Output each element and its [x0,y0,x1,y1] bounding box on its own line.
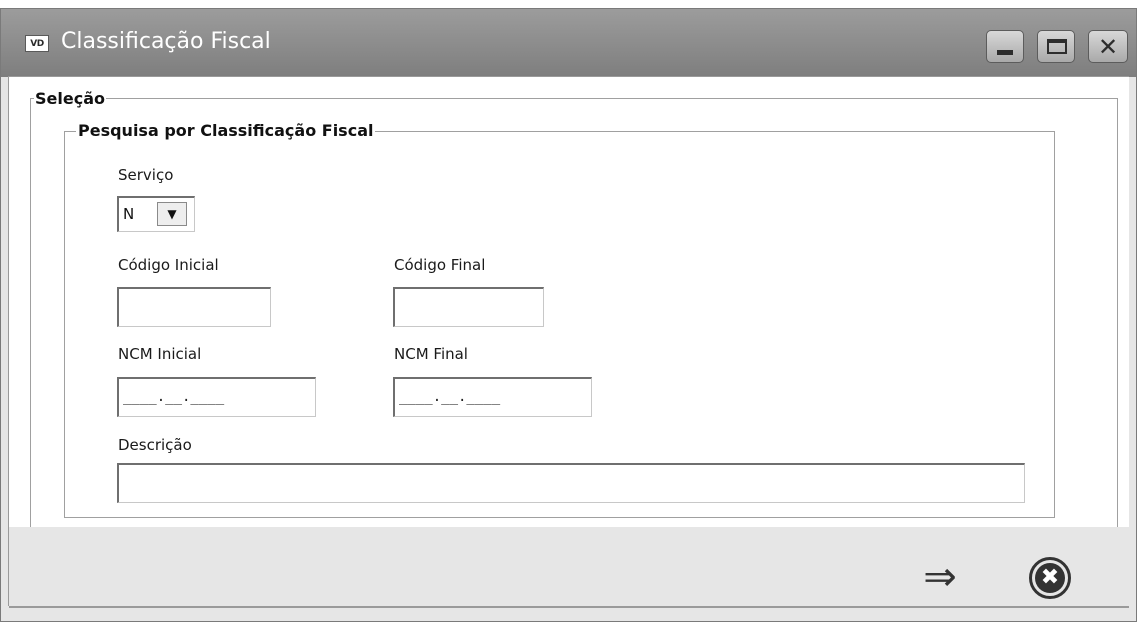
codigo-inicial-input[interactable] [117,287,271,327]
servico-selected-value: N [123,205,135,223]
ncm-final-input[interactable]: ____.__.____ [393,377,592,417]
maximize-button[interactable] [1037,30,1075,63]
selecao-group-label: Seleção [34,89,106,108]
codigo-inicial-label: Código Inicial [118,256,219,274]
close-icon: ✕ [1097,32,1119,61]
title-bar[interactable]: VD Classificação Fiscal ✕ [1,9,1136,77]
app-icon: VD [25,35,49,52]
minimize-button[interactable] [986,30,1024,63]
cancel-x-icon: ✖ [1035,563,1065,593]
ncm-final-label: NCM Final [394,345,468,363]
ncm-inicial-input[interactable]: ____.__.____ [117,377,316,417]
descricao-input[interactable] [117,463,1025,503]
servico-label: Serviço [118,166,174,184]
codigo-final-input[interactable] [393,287,544,327]
dropdown-arrow-icon[interactable]: ▼ [157,202,187,226]
codigo-final-label: Código Final [394,256,486,274]
descricao-label: Descrição [118,436,192,454]
cancel-button[interactable]: ✖ [1029,557,1071,599]
close-button[interactable]: ✕ [1088,30,1128,63]
window-title: Classificação Fiscal [61,29,271,54]
pesquisa-group-label: Pesquisa por Classificação Fiscal [76,121,376,140]
confirm-arrow-button[interactable]: ⇒ [914,557,966,597]
minimize-icon [997,50,1013,55]
maximize-icon [1047,39,1067,54]
servico-select[interactable]: N ▼ [117,196,195,232]
footer-divider [9,606,1129,608]
ncm-inicial-label: NCM Inicial [118,345,202,363]
